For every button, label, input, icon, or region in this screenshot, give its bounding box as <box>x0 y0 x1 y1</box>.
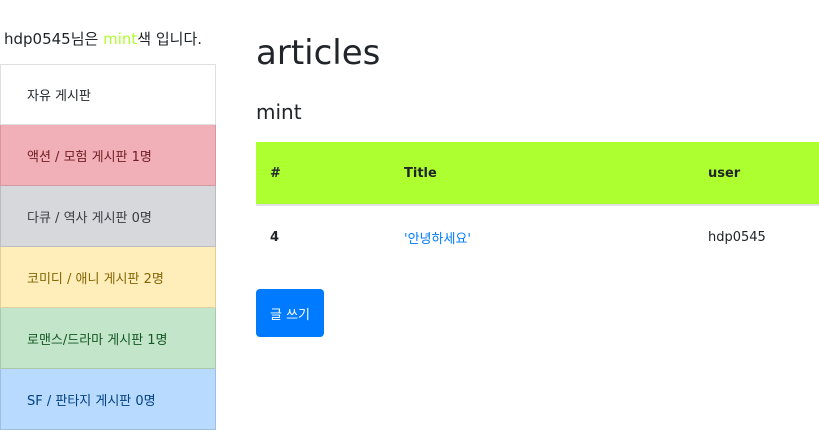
sidebar-item-free[interactable]: 자유 게시판 <box>0 64 216 125</box>
main-content: articles mint # Title user 4 '안녕하세요' hdp… <box>256 30 819 337</box>
sidebar-item-romance[interactable]: 로맨스/드라마 게시판 1명 <box>0 308 216 369</box>
header-num: # <box>256 142 390 206</box>
greeting-text: hdp0545님은 mint색 입니다. <box>4 28 202 49</box>
table-header-row: # Title user <box>256 142 819 206</box>
sidebar-item-action[interactable]: 액션 / 모험 게시판 1명 <box>0 125 216 186</box>
greeting-after: 색 입니다. <box>137 30 203 48</box>
greeting-username: hdp0545 <box>4 30 71 48</box>
header-user: user <box>694 142 819 206</box>
sidebar-item-sf[interactable]: SF / 판타지 게시판 0명 <box>0 369 216 430</box>
greeting-color-word: mint <box>103 30 138 48</box>
row-title-cell: '안녕하세요' <box>390 205 694 268</box>
header-title: Title <box>390 142 694 206</box>
write-button[interactable]: 글 쓰기 <box>256 289 324 337</box>
row-num: 4 <box>270 229 280 245</box>
greeting-before: 님은 <box>70 30 104 48</box>
article-link[interactable]: '안녕하세요' <box>404 232 471 247</box>
row-user: hdp0545 <box>708 229 766 245</box>
page-subtitle: mint <box>256 100 302 124</box>
board-list: 자유 게시판 액션 / 모험 게시판 1명 다큐 / 역사 게시판 0명 코미디… <box>0 64 216 430</box>
sidebar-item-documentary[interactable]: 다큐 / 역사 게시판 0명 <box>0 186 216 247</box>
table-row: 4 '안녕하세요' hdp0545 <box>256 205 819 268</box>
sidebar-item-comedy[interactable]: 코미디 / 애니 게시판 2명 <box>0 247 216 308</box>
page-title: articles <box>256 33 381 73</box>
articles-table: # Title user 4 '안녕하세요' hdp0545 <box>256 142 819 268</box>
